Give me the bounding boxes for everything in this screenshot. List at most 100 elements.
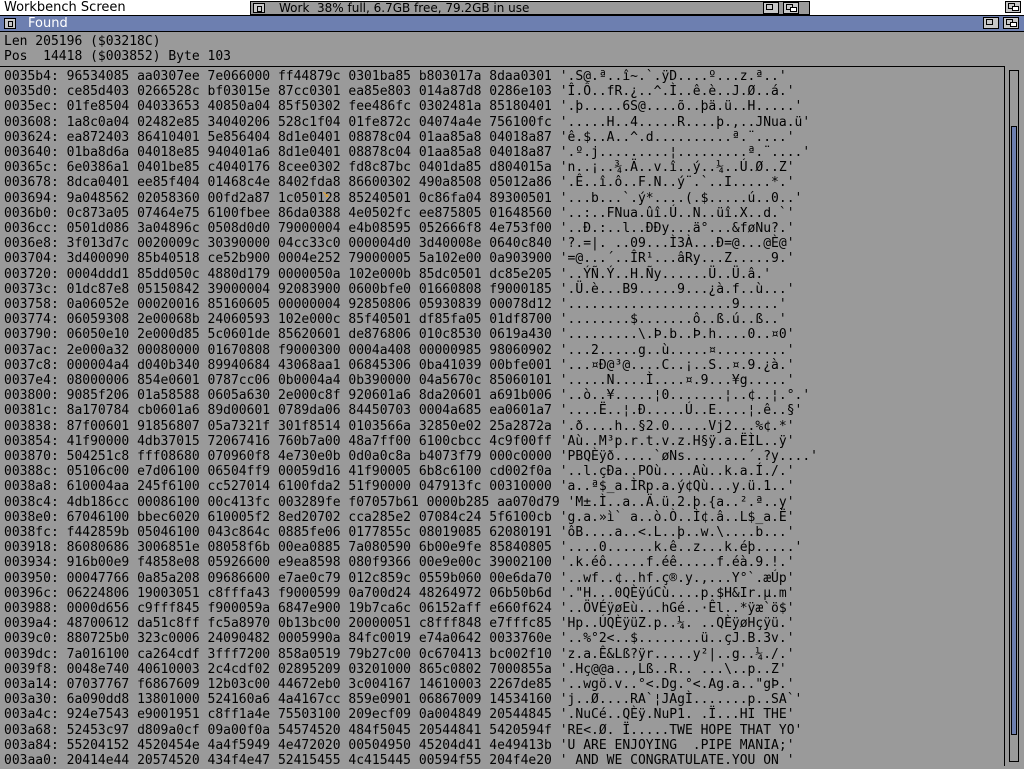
- row-ascii[interactable]: '..wf..¢..hf.ç®.y.,...Y°`.æÚp': [560, 571, 795, 586]
- row-hex-bytes[interactable]: 08000006 854e0601 0787cc06 0b0004a4 0b39…: [67, 373, 552, 388]
- hex-row[interactable]: 003a30: 6a090dd8 13801000 524160a6 4a416…: [4, 692, 802, 708]
- hex-row[interactable]: 0038c4: 4db186cc 00086100 00c413fc 00328…: [4, 495, 795, 511]
- row-ascii[interactable]: '.Ü.è...B9.....9...¿à.f..ù...': [560, 282, 795, 297]
- row-ascii[interactable]: '.....N....Ì....¤.9...¥g.....': [560, 373, 795, 388]
- hex-row[interactable]: 003704: 3d400090 85b40518 ce52b900 0004e…: [4, 251, 795, 267]
- hex-row[interactable]: 0039a4: 48700612 da51c8ff fc5a8970 0b13b…: [4, 616, 795, 632]
- hex-row[interactable]: 00373c: 01dc87e8 05150842 39000004 92083…: [4, 282, 795, 298]
- zoom-icon[interactable]: [763, 2, 779, 14]
- row-hex-bytes[interactable]: 87f00601 91856807 05a7321f 301f8514 0103…: [67, 419, 552, 434]
- row-ascii[interactable]: '...¤Ð@³@....C..¡..S..¤.9.¿à.': [560, 358, 795, 373]
- row-ascii[interactable]: '.þ.....6S@....õ..þä.ü..H.....': [560, 99, 803, 114]
- row-hex-bytes[interactable]: 6a090dd8 13801000 524160a6 4a4167cc 859e…: [67, 692, 552, 707]
- row-ascii[interactable]: '..ò..¥.....¦0.......¦..¢..¦.°.': [560, 388, 810, 403]
- row-ascii[interactable]: '....0......k.ê..z...k.éþ.....': [560, 540, 803, 555]
- hex-row[interactable]: 003934: 916b00e9 f4858e08 05926600 e9ea8…: [4, 555, 795, 571]
- row-ascii[interactable]: '..%°2<..$........ü..çJ.B.3v.': [560, 631, 795, 646]
- vertical-scrollbar[interactable]: [1004, 66, 1024, 766]
- hex-row[interactable]: 0035ec: 01fe8504 04033653 40850a04 85f50…: [4, 99, 802, 115]
- hex-row[interactable]: 0035d0: ce85d403 0266528c bf03015e 87cc0…: [4, 84, 795, 100]
- row-ascii[interactable]: 'Hp..ÚQÈÿüZ.p..¼. ..QÈÿøHçÿü.': [560, 616, 795, 631]
- row-ascii[interactable]: '."H...0QÈÿúCù....p.$H&Ir.µ.m': [560, 586, 795, 601]
- scroll-track[interactable]: [1009, 70, 1019, 762]
- row-hex-bytes[interactable]: 9a048562 02058360 00fd2a87 1c050128 8524…: [67, 191, 552, 206]
- row-ascii[interactable]: '....Ë..¦.Ð.....Ú..E....¦.ê..§': [560, 403, 803, 418]
- hex-row[interactable]: 0039dc: 7a016100 ca264cdf 3fff7200 858a0…: [4, 647, 795, 663]
- hex-dump[interactable]: 0035b4: 96534085 aa0307ee 7e066000 ff448…: [0, 66, 1004, 769]
- row-ascii[interactable]: 'a..ª$_a.ÌRp.a.ý¢Qù...y.ü.1..': [560, 479, 795, 494]
- row-ascii[interactable]: '..ÖVÉÿøEù...hGé..·Êl..*ÿæ`ö$': [560, 601, 795, 616]
- row-ascii[interactable]: '........$.......ô..ß.ú..ß..': [560, 312, 787, 327]
- depth-icon[interactable]: [783, 2, 799, 14]
- row-ascii[interactable]: 'RE<.Ø. Ï.....TWE HOPE THAT YO': [560, 723, 803, 738]
- row-hex-bytes[interactable]: 01fe8504 04033653 40850a04 85f50302 fee4…: [67, 99, 552, 114]
- hex-row[interactable]: 003758: 0a06052e 00020016 85160605 00000…: [4, 297, 787, 313]
- row-ascii[interactable]: 'ê.$..A..^.d..........ª.¨....': [560, 130, 795, 145]
- row-hex-bytes[interactable]: 6e0386a1 0401be85 c4040176 8cee0302 fd8c…: [67, 160, 552, 175]
- row-hex-bytes[interactable]: 8a170784 cb0601a6 89d00601 0789da06 8445…: [67, 403, 552, 418]
- row-hex-bytes[interactable]: 0048e740 40610003 2c4cdf02 02895209 0320…: [67, 662, 552, 677]
- hex-row[interactable]: 00388c: 05106c00 e7d06100 06504ff9 00059…: [4, 464, 795, 480]
- hex-row[interactable]: 0038e0: 67046100 bbec6020 610005f2 8ed20…: [4, 510, 795, 526]
- row-hex-bytes[interactable]: 06050e10 2e000d85 5c0601de 85620601 de87…: [67, 327, 552, 342]
- workbench-window-bar[interactable]: Work 38% full, 6.7GB free, 79.2GB in use: [250, 1, 810, 15]
- hex-row[interactable]: 003988: 0000d656 c9fff845 f900059a 6847e…: [4, 601, 795, 617]
- row-hex-bytes[interactable]: 01ba8d6a 04018e85 940401a6 8d1e0401 0887…: [67, 145, 552, 160]
- row-hex-bytes[interactable]: 000004a4 d040b340 89940684 43068aa1 0684…: [67, 358, 552, 373]
- row-ascii[interactable]: '.........\.Þ.b..Þ.h....0..¤0': [560, 327, 795, 342]
- row-hex-bytes[interactable]: 0501d086 3a04896c 0508d0d0 79000004 e4b0…: [67, 221, 552, 236]
- row-ascii[interactable]: ' AND WE CONGRATULATE.YOU ON ': [560, 753, 795, 768]
- row-hex-bytes[interactable]: 3f013d7c 0020009c 30390000 04cc33c0 0000…: [67, 236, 552, 251]
- hex-row[interactable]: 0035b4: 96534085 aa0307ee 7e066000 ff448…: [4, 69, 787, 85]
- hex-row[interactable]: 003624: ea872403 86410401 5e856404 8d1e0…: [4, 130, 795, 146]
- row-ascii[interactable]: 'U ARE ENJOYING .PIPE MANIA;': [560, 738, 795, 753]
- hex-row[interactable]: 003950: 00047766 0a85a208 09686600 e7ae0…: [4, 571, 795, 587]
- hex-row[interactable]: 003678: 8dca0401 ee85f404 01468c4e 8402f…: [4, 175, 795, 191]
- row-hex-bytes[interactable]: 2e000a32 00080000 01670808 f9000300 0004…: [67, 343, 552, 358]
- hex-row[interactable]: 003774: 06059308 2e00068b 24060593 102e0…: [4, 312, 787, 328]
- row-ascii[interactable]: '..Ð.:..l..ÐÐy...ä°...&føNu?.': [560, 221, 795, 236]
- row-hex-bytes[interactable]: 7a016100 ca264cdf 3fff7200 858a0519 79b2…: [67, 647, 552, 662]
- row-hex-bytes[interactable]: 924e7543 e9001951 c8ff1a4e 75503100 209e…: [67, 707, 552, 722]
- hex-row[interactable]: 003aa0: 20414e44 20574520 434f4e47 52415…: [4, 753, 795, 769]
- row-hex-bytes[interactable]: 0004ddd1 85dd050c 4880d179 0000050a 102e…: [67, 267, 552, 282]
- close-icon[interactable]: [253, 3, 265, 13]
- row-hex-bytes[interactable]: 8dca0401 ee85f404 01468c4e 8402fda8 8660…: [67, 175, 552, 190]
- hex-row[interactable]: 003a14: 07037767 f6867609 12b03c00 44672…: [4, 677, 795, 693]
- hex-row[interactable]: 0036e8: 3f013d7c 0020009c 30390000 04cc3…: [4, 236, 795, 252]
- row-hex-bytes[interactable]: 07037767 f6867609 12b03c00 44672eb0 3c00…: [67, 677, 552, 692]
- row-ascii[interactable]: '=@...´..ÎR¹...âRy...Z.....9.': [560, 251, 795, 266]
- row-hex-bytes[interactable]: 916b00e9 f4858e08 05926600 e9ea8598 080f…: [67, 555, 552, 570]
- hex-row[interactable]: 0037c8: 000004a4 d040b340 89940684 43068…: [4, 358, 795, 374]
- hex-row[interactable]: 003a4c: 924e7543 e9001951 c8ff1a4e 75503…: [4, 707, 795, 723]
- hex-row[interactable]: 003800: 9085f206 01a58588 0605a630 2e000…: [4, 388, 810, 404]
- row-hex-bytes[interactable]: 41f90000 4db37015 72067416 760b7a00 48a7…: [67, 434, 552, 449]
- hex-row[interactable]: 00381c: 8a170784 cb0601a6 89d00601 0789d…: [4, 403, 802, 419]
- row-hex-bytes[interactable]: 67046100 bbec6020 610005f2 8ed20702 cca2…: [67, 510, 552, 525]
- row-ascii[interactable]: '.k.éô.....f.éê.....f.éà.9.!.': [560, 555, 795, 570]
- row-hex-bytes[interactable]: 55204152 4520454e 4a4f5949 4e472020 0050…: [67, 738, 552, 753]
- hex-row[interactable]: 003854: 41f90000 4db37015 72067416 760b7…: [4, 434, 795, 450]
- hex-row[interactable]: 003640: 01ba8d6a 04018e85 940401a6 8d1e0…: [4, 145, 810, 161]
- zoom-icon[interactable]: [983, 17, 999, 29]
- row-hex-bytes[interactable]: 4db186cc 00086100 00c413fc 003289fe f070…: [67, 495, 560, 510]
- row-hex-bytes[interactable]: 3d400090 85b40518 ce52b900 0004e252 7900…: [67, 251, 552, 266]
- row-hex-bytes[interactable]: 0c873a05 07464e75 6100fbee 86da0388 4e05…: [67, 206, 552, 221]
- hex-row[interactable]: 0038fc: f442859b 05046100 043c864c 0885f…: [4, 525, 795, 541]
- depth-icon[interactable]: [1003, 17, 1019, 29]
- row-hex-bytes[interactable]: 86080686 3006851e 08058f6b 00ea0885 7a08…: [67, 540, 552, 555]
- row-hex-bytes[interactable]: 05106c00 e7d06100 06504ff9 00059d16 41f9…: [67, 464, 552, 479]
- screen-depth-icon[interactable]: [1005, 1, 1021, 13]
- row-ascii[interactable]: 'Aù..M³p.r.t.v.z.H§ÿ.a.ËÌL..ÿ': [560, 434, 795, 449]
- row-hex-bytes[interactable]: 1a8c0a04 02482e85 34040206 528c1f04 01fe…: [67, 115, 552, 130]
- close-icon[interactable]: [4, 18, 16, 29]
- row-ascii[interactable]: '.º.j.........¦.........ª.¨....': [560, 145, 810, 160]
- row-ascii[interactable]: '...b...`.ý*....(.$.....ú..0..': [560, 191, 803, 206]
- hex-row[interactable]: 003918: 86080686 3006851e 08058f6b 00ea0…: [4, 540, 802, 556]
- hex-row[interactable]: 003838: 87f00601 91856807 05a7321f 301f8…: [4, 419, 795, 435]
- row-hex-bytes[interactable]: ea872403 86410401 5e856404 8d1e0401 0887…: [67, 130, 552, 145]
- hex-row[interactable]: 003a84: 55204152 4520454e 4a4f5949 4e472…: [4, 738, 795, 754]
- row-ascii[interactable]: '.Ê..î.ô..F.N..ý¨.`..I.....*.': [560, 175, 795, 190]
- hex-row[interactable]: 0039c0: 880725b0 323c0006 24090482 00059…: [4, 631, 795, 647]
- row-ascii[interactable]: '.S@.ª..î~.`.ÿD....º...z.ª..': [560, 69, 787, 84]
